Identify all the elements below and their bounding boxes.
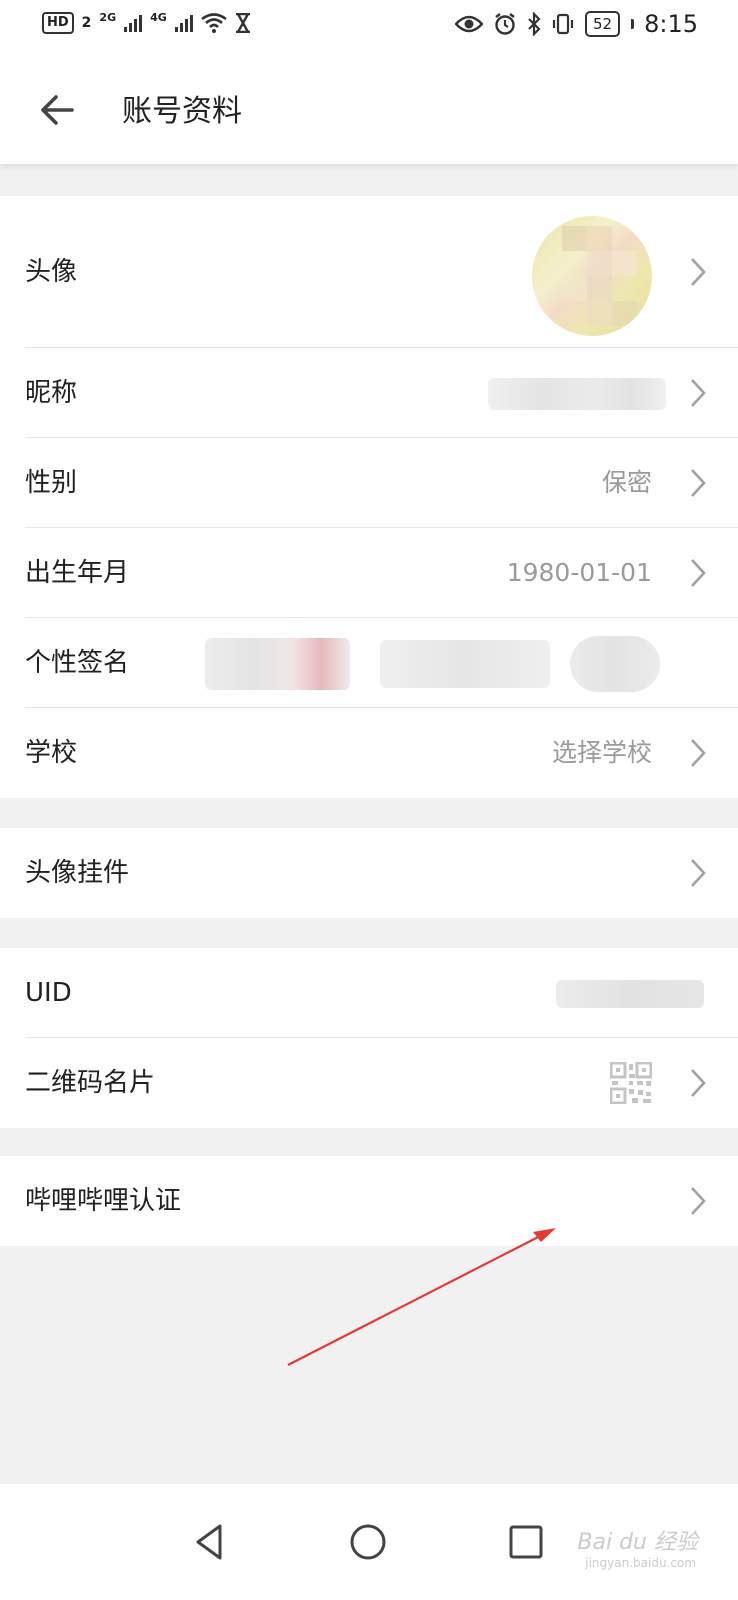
- battery-level: 52: [593, 15, 613, 33]
- avatar-row[interactable]: 头像: [0, 196, 738, 348]
- circle-home-icon[interactable]: [348, 1522, 388, 1562]
- school-row[interactable]: 学校 选择学校: [0, 708, 738, 798]
- wifi-icon: [201, 13, 227, 33]
- watermark: Bai du 经验: [577, 1530, 698, 1555]
- network-type-1: 2G: [99, 10, 117, 24]
- signature-value-redacted: [205, 638, 350, 690]
- uid-label: UID: [25, 978, 72, 1008]
- chevron-right-icon: [691, 469, 706, 497]
- chevron-right-icon: [691, 1187, 706, 1215]
- birthdate-row[interactable]: 出生年月 1980-01-01: [0, 528, 738, 618]
- chevron-right-icon: [691, 859, 706, 887]
- chevron-right-icon: [691, 379, 706, 407]
- battery-tip: [631, 19, 635, 29]
- watermark-url: jingyan.baidu.com: [585, 1556, 696, 1570]
- school-label: 学校: [25, 738, 78, 768]
- chevron-right-icon: [691, 258, 706, 286]
- nickname-value-redacted: [488, 378, 666, 410]
- status-left: HD 2 2G 4G: [42, 10, 251, 34]
- status-bar: HD 2 2G 4G 52 8:15: [0, 0, 738, 52]
- qrcode-label: 二维码名片: [25, 1068, 156, 1098]
- birthdate-value: 1980-01-01: [506, 558, 652, 587]
- birthdate-label: 出生年月: [25, 558, 130, 588]
- profile-group: 头像 昵称 性别 保密 出生年月 1980-01-01 个性签名 学校 选择学校: [0, 196, 738, 798]
- nickname-label: 昵称: [25, 378, 78, 408]
- nickname-row[interactable]: 昵称: [0, 348, 738, 438]
- pendant-group: 头像挂件: [0, 828, 738, 918]
- clock: 8:15: [644, 10, 698, 38]
- uid-row: UID: [0, 948, 738, 1038]
- hd-badge: HD: [42, 12, 74, 34]
- avatar-label: 头像: [25, 257, 78, 287]
- app-bar: 账号资料: [0, 52, 738, 164]
- status-right: 52 8:15: [455, 10, 698, 38]
- arrow-left-icon[interactable]: [38, 90, 78, 130]
- avatar-pendant-label: 头像挂件: [25, 858, 130, 888]
- bilibili-certification-row[interactable]: 哔哩哔哩认证: [0, 1156, 738, 1246]
- hourglass-icon: [235, 13, 250, 33]
- alarm-icon: [495, 13, 515, 35]
- signature-label: 个性签名: [25, 648, 130, 678]
- navigation-bar: Bai du 经验 jingyan.baidu.com: [0, 1484, 738, 1600]
- gender-label: 性别: [25, 468, 78, 498]
- bilibili-certification-label: 哔哩哔哩认证: [25, 1186, 182, 1216]
- certification-group: 哔哩哔哩认证: [0, 1156, 738, 1246]
- uid-value-redacted: [556, 980, 704, 1008]
- eye-icon: [455, 15, 483, 33]
- qrcode-row[interactable]: 二维码名片: [0, 1038, 738, 1128]
- gender-row[interactable]: 性别 保密: [0, 438, 738, 528]
- qr-code-icon: [610, 1062, 652, 1104]
- signature-value-redacted-2: [380, 640, 550, 688]
- vibrate-icon: [552, 13, 574, 35]
- network-type-2: 4G: [150, 10, 167, 24]
- avatar-pendant-row[interactable]: 头像挂件: [0, 828, 738, 918]
- sim-number: 2: [81, 15, 92, 31]
- signal-icon: [124, 14, 143, 32]
- page-title: 账号资料: [122, 94, 242, 129]
- signal-icon-2: [174, 14, 193, 32]
- square-recent-icon[interactable]: [506, 1522, 546, 1562]
- signature-row[interactable]: 个性签名: [0, 618, 738, 708]
- avatar: [532, 216, 652, 336]
- triangle-back-icon[interactable]: [190, 1522, 230, 1562]
- school-value: 选择学校: [551, 738, 652, 767]
- signature-value-redacted-3: [570, 636, 660, 692]
- battery-indicator: 52: [585, 11, 621, 37]
- chevron-right-icon: [691, 559, 706, 587]
- bluetooth-icon: [528, 12, 541, 36]
- chevron-right-icon: [691, 1069, 706, 1097]
- gender-value: 保密: [601, 468, 652, 497]
- identity-group: UID 二维码名片: [0, 948, 738, 1128]
- chevron-right-icon: [691, 739, 706, 767]
